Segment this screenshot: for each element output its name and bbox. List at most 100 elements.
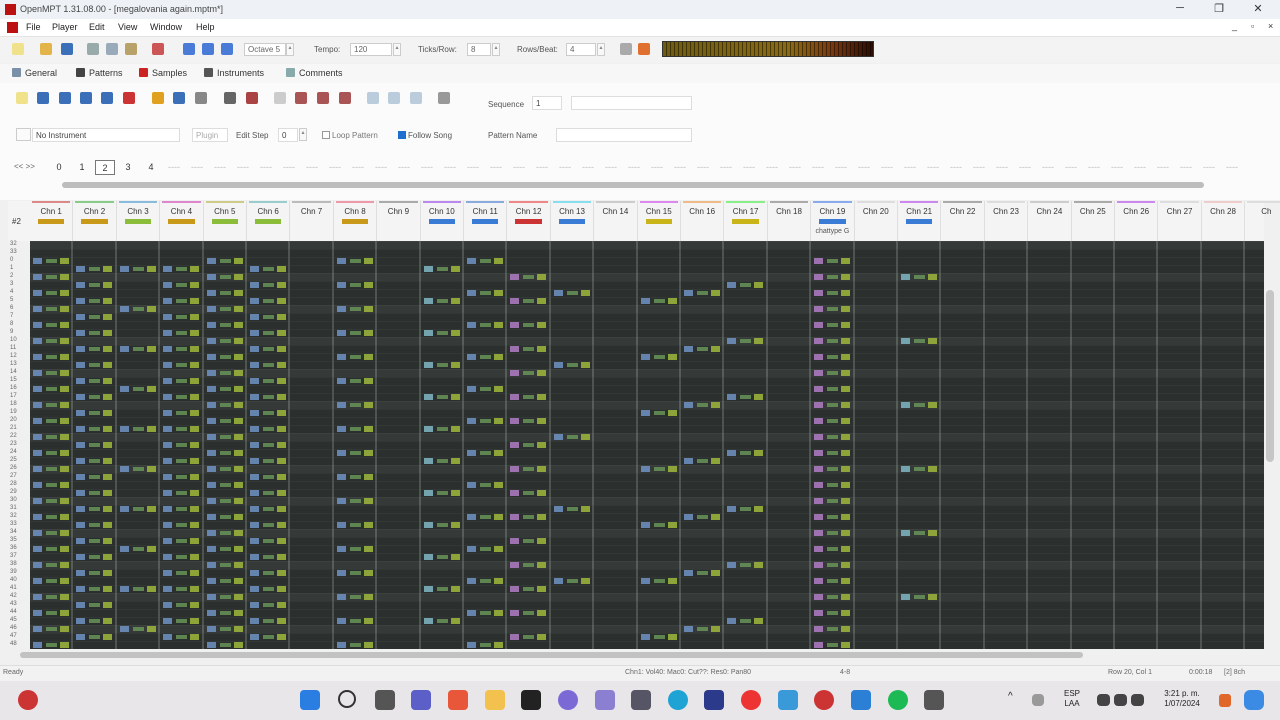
channel-header[interactable]: Chn 17 [724, 201, 768, 241]
note-cell[interactable] [163, 570, 200, 576]
order-item-empty[interactable]: ---- [348, 160, 368, 175]
order-item-empty[interactable]: ---- [325, 160, 345, 175]
copy-icon[interactable] [106, 43, 118, 55]
note-cell[interactable] [33, 466, 70, 472]
note-cell[interactable] [250, 570, 287, 576]
note-cell[interactable] [814, 322, 851, 328]
order-item[interactable]: 4 [141, 160, 161, 175]
note-cell[interactable] [119, 266, 157, 272]
play-icon[interactable] [183, 43, 195, 55]
channel-header[interactable]: Chn 20 [855, 201, 898, 241]
volume-icon[interactable] [1114, 694, 1127, 706]
note-cell[interactable] [640, 634, 678, 640]
note-cell[interactable] [814, 530, 851, 536]
order-item-empty[interactable]: ---- [164, 160, 184, 175]
note-cell[interactable] [336, 426, 374, 432]
note-cell[interactable] [76, 570, 113, 576]
channel-column[interactable] [1201, 241, 1246, 649]
order-item-empty[interactable]: ---- [1107, 160, 1127, 175]
calculator-icon[interactable] [631, 690, 651, 710]
note-cell[interactable] [423, 458, 461, 464]
order-item-empty[interactable]: ---- [555, 160, 575, 175]
pattern-vertical-scrollbar[interactable] [1266, 290, 1274, 462]
channel-column[interactable] [1245, 241, 1264, 649]
order-item-empty[interactable]: ---- [854, 160, 874, 175]
note-cell[interactable] [163, 298, 200, 304]
note-cell[interactable] [814, 274, 851, 280]
note-cell[interactable] [336, 354, 374, 360]
app-pinned-icon[interactable] [18, 690, 38, 710]
note-cell[interactable] [814, 578, 851, 584]
note-cell[interactable] [76, 458, 113, 464]
note-cell[interactable] [814, 498, 851, 504]
new-pattern-icon[interactable] [16, 92, 28, 104]
order-item-empty[interactable]: ---- [601, 160, 621, 175]
note-cell[interactable] [33, 610, 70, 616]
note-cell[interactable] [33, 578, 70, 584]
order-item[interactable]: 0 [49, 160, 69, 175]
step-icon[interactable] [388, 92, 400, 104]
tray-chevron-icon[interactable]: ^ [1008, 692, 1013, 702]
note-cell[interactable] [423, 490, 461, 496]
insert-icon[interactable] [59, 92, 71, 104]
tempo-field[interactable]: 120 [350, 43, 392, 56]
note-cell[interactable] [684, 346, 721, 352]
note-cell[interactable] [206, 322, 244, 328]
note-cell[interactable] [336, 522, 374, 528]
order-item-empty[interactable]: ---- [877, 160, 897, 175]
note-cell[interactable] [119, 386, 157, 392]
order-item-empty[interactable]: ---- [1176, 160, 1196, 175]
note-cell[interactable] [206, 258, 244, 264]
note-cell[interactable] [553, 290, 591, 296]
note-cell[interactable] [727, 562, 764, 568]
note-cell[interactable] [814, 514, 851, 520]
note-cell[interactable] [640, 466, 678, 472]
note-cell[interactable] [510, 298, 547, 304]
order-item-empty[interactable]: ---- [279, 160, 299, 175]
note-cell[interactable] [76, 602, 113, 608]
tab-instruments[interactable]: Instruments [204, 68, 264, 78]
channel-column[interactable] [333, 241, 378, 649]
note-cell[interactable] [76, 474, 113, 480]
note-cell[interactable] [510, 370, 547, 376]
note-cell[interactable] [423, 586, 461, 592]
tray-app-icon[interactable] [1032, 694, 1044, 706]
note-cell[interactable] [33, 482, 70, 488]
note-cell[interactable] [814, 626, 851, 632]
note-cell[interactable] [206, 642, 244, 648]
sequence-field[interactable]: 1 [532, 96, 562, 110]
openmpt-taskbar-icon[interactable] [521, 690, 541, 710]
note-cell[interactable] [814, 402, 851, 408]
note-cell[interactable] [250, 554, 287, 560]
note-cell[interactable] [119, 306, 157, 312]
note-cell[interactable] [510, 322, 547, 328]
order-item-empty[interactable]: ---- [923, 160, 943, 175]
note-cell[interactable] [163, 442, 200, 448]
transpose-icon[interactable] [246, 92, 258, 104]
note-cell[interactable] [423, 298, 461, 304]
note-cell[interactable] [467, 450, 504, 456]
channel-header[interactable]: Chn 1 [30, 201, 74, 241]
note-cell[interactable] [76, 266, 113, 272]
order-item-empty[interactable]: ---- [992, 160, 1012, 175]
channel-column[interactable] [681, 241, 725, 649]
note-cell[interactable] [33, 402, 70, 408]
note-cell[interactable] [76, 314, 113, 320]
channel-column[interactable] [290, 241, 334, 649]
note-cell[interactable] [423, 522, 461, 528]
note-cell[interactable] [76, 538, 113, 544]
search-icon[interactable] [338, 690, 356, 708]
note-cell[interactable] [467, 482, 504, 488]
note-cell[interactable] [814, 562, 851, 568]
note-cell[interactable] [206, 626, 244, 632]
note-cell[interactable] [336, 378, 374, 384]
channel-manager-icon[interactable] [295, 92, 307, 104]
note-cell[interactable] [814, 466, 851, 472]
wifi-icon[interactable] [1097, 694, 1110, 706]
down-icon[interactable] [37, 92, 49, 104]
note-cell[interactable] [336, 594, 374, 600]
discord-icon[interactable] [558, 690, 578, 710]
note-cell[interactable] [336, 618, 374, 624]
note-cell[interactable] [163, 282, 200, 288]
note-cell[interactable] [119, 546, 157, 552]
